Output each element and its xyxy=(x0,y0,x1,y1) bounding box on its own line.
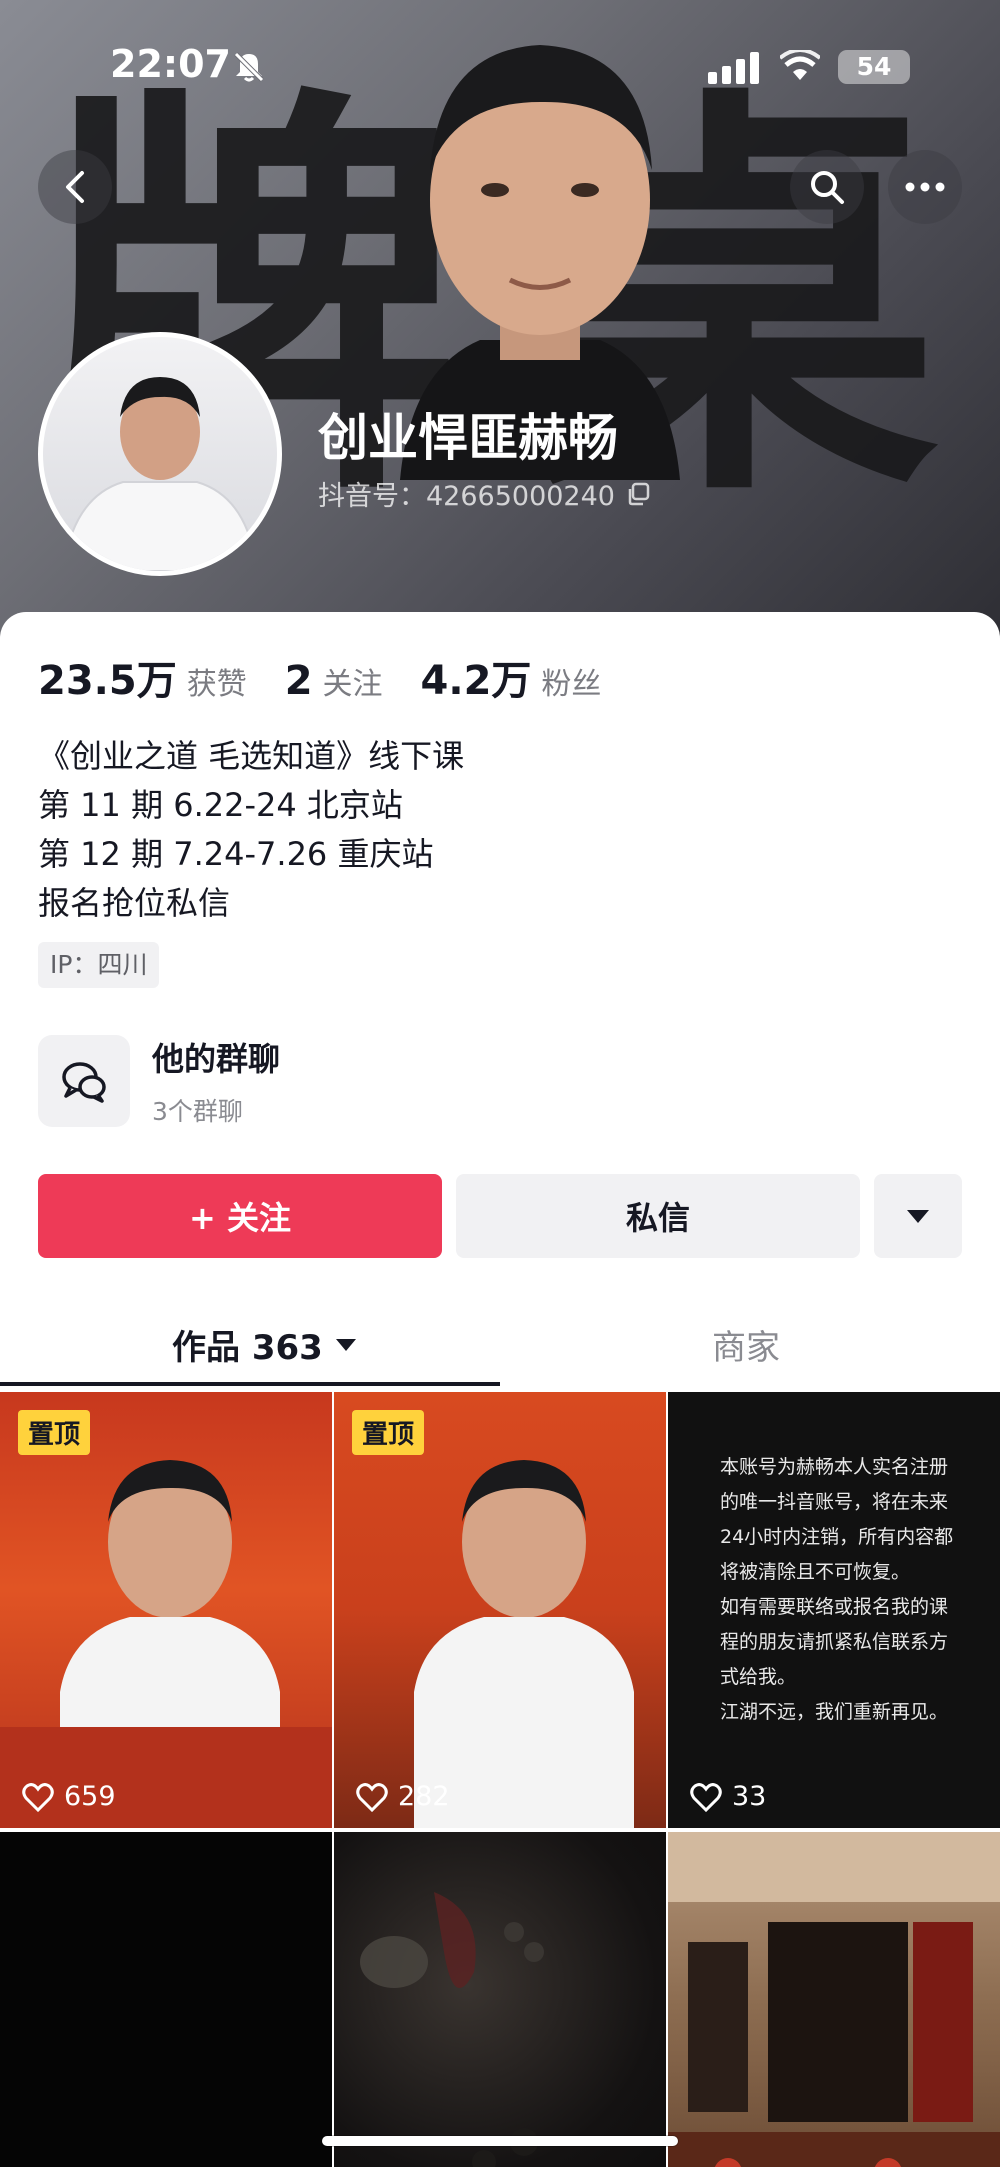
heart-icon xyxy=(22,1782,54,1812)
stat-following[interactable]: 2 关注 xyxy=(285,658,383,704)
stat-label: 获赞 xyxy=(186,667,247,702)
video-thumbnail[interactable]: 置顶 282 xyxy=(334,1392,666,1828)
thumbnail-art xyxy=(360,1892,544,2167)
profile-name: 创业悍匪赫畅 xyxy=(318,409,618,467)
battery-indicator: 54 xyxy=(838,50,910,84)
cellular-signal-icon xyxy=(708,52,759,84)
copy-icon[interactable] xyxy=(625,481,651,507)
video-likes: 282 xyxy=(356,1781,450,1812)
pinned-badge: 置顶 xyxy=(352,1410,425,1455)
video-likes: 659 xyxy=(22,1781,116,1812)
back-button[interactable] xyxy=(38,150,112,224)
avatar-portrait xyxy=(61,377,259,571)
douyin-id-row[interactable]: 抖音号：42665000240 xyxy=(318,474,651,513)
group-chat-title: 他的群聊 xyxy=(152,1040,281,1078)
active-tab-indicator xyxy=(0,1382,500,1386)
profile-bio: 《创业之道 毛选知道》线下课 第 11 期 6.22-24 北京站 第 12 期… xyxy=(38,732,464,928)
tab-works[interactable]: 作品 363 xyxy=(172,1320,357,1369)
bell-mute-icon xyxy=(234,52,264,82)
like-count: 659 xyxy=(64,1781,116,1812)
follow-button[interactable]: + 关注 xyxy=(38,1174,442,1258)
pinned-badge: 置顶 xyxy=(18,1410,91,1455)
stat-value: 2 xyxy=(284,658,313,704)
profile-stats: 23.5万 获赞 2 关注 4.2万 粉丝 xyxy=(38,648,639,706)
tab-works-label: 作品 363 xyxy=(172,1328,323,1368)
bio-line: 报名抢位私信 xyxy=(38,884,231,922)
profile-avatar[interactable] xyxy=(38,332,282,576)
stat-label: 粉丝 xyxy=(541,667,602,702)
thumbnail-notice-text: 本账号为赫畅本人实名注册 的唯一抖音账号，将在未来 24小时内注销，所有内容都 … xyxy=(720,1456,954,1723)
tab-shop[interactable]: 商家 xyxy=(712,1320,780,1369)
stat-value: 4.2万 xyxy=(420,658,532,704)
profile-banner: 牌桌 22:07 54 xyxy=(0,0,1000,640)
caret-down-icon xyxy=(907,1210,929,1223)
more-options-button[interactable] xyxy=(888,150,962,224)
video-thumbnail[interactable] xyxy=(668,1832,1000,2167)
thumbnail-art xyxy=(414,1460,634,1828)
status-bar: 22:07 54 xyxy=(0,0,1000,130)
content-tabs: 作品 363 商家 xyxy=(0,1302,1000,1398)
home-indicator[interactable] xyxy=(322,2136,678,2146)
like-count: 33 xyxy=(732,1781,767,1812)
group-chat-entry[interactable]: 他的群聊 3个群聊 xyxy=(38,1034,280,1128)
search-button[interactable] xyxy=(790,150,864,224)
status-time: 22:07 xyxy=(110,42,231,86)
thumbnail-art xyxy=(0,1460,332,1828)
caret-down-icon xyxy=(335,1338,356,1351)
message-button[interactable]: 私信 xyxy=(456,1174,860,1258)
bio-line: 第 11 期 6.22-24 北京站 xyxy=(38,786,403,824)
bio-line: 第 12 期 7.24-7.26 重庆站 xyxy=(38,835,434,873)
more-actions-button[interactable] xyxy=(874,1174,962,1258)
stat-label: 关注 xyxy=(322,667,383,702)
stat-value: 23.5万 xyxy=(38,658,177,704)
douyin-id-text: 抖音号：42665000240 xyxy=(318,481,615,512)
heart-icon xyxy=(690,1782,722,1812)
stat-followers[interactable]: 4.2万 粉丝 xyxy=(421,648,602,706)
profile-actions: + 关注 私信 xyxy=(38,1174,962,1258)
search-icon xyxy=(811,171,844,204)
video-thumbnail[interactable]: 本账号为赫畅本人实名注册 的唯一抖音账号，将在未来 24小时内注销，所有内容都 … xyxy=(668,1392,1000,1828)
wifi-icon xyxy=(780,50,820,80)
ip-location-tag: IP：四川 xyxy=(38,942,160,988)
chat-bubbles-icon xyxy=(62,1062,106,1103)
thumbnail-art xyxy=(668,1832,1000,2167)
chevron-left-icon xyxy=(66,171,84,203)
group-chat-count: 3个群聊 xyxy=(152,1097,243,1126)
stat-likes[interactable]: 23.5万 获赞 xyxy=(38,648,247,706)
profile-info-card: 23.5万 获赞 2 关注 4.2万 粉丝 《创业之道 毛选知道》线下课 第 1… xyxy=(0,612,1000,2167)
heart-icon xyxy=(356,1782,388,1812)
video-thumbnail[interactable]: 置顶 659 xyxy=(0,1392,332,1828)
video-thumbnail[interactable] xyxy=(334,1832,666,2167)
group-chat-text: 他的群聊 3个群聊 xyxy=(152,1034,280,1128)
bio-line: 《创业之道 毛选知道》线下课 xyxy=(38,737,465,775)
video-thumbnail[interactable] xyxy=(0,1832,332,2167)
like-count: 282 xyxy=(398,1781,450,1812)
group-chat-icon-box xyxy=(38,1035,130,1127)
video-likes: 33 xyxy=(690,1781,766,1812)
more-dots-icon xyxy=(905,182,945,192)
